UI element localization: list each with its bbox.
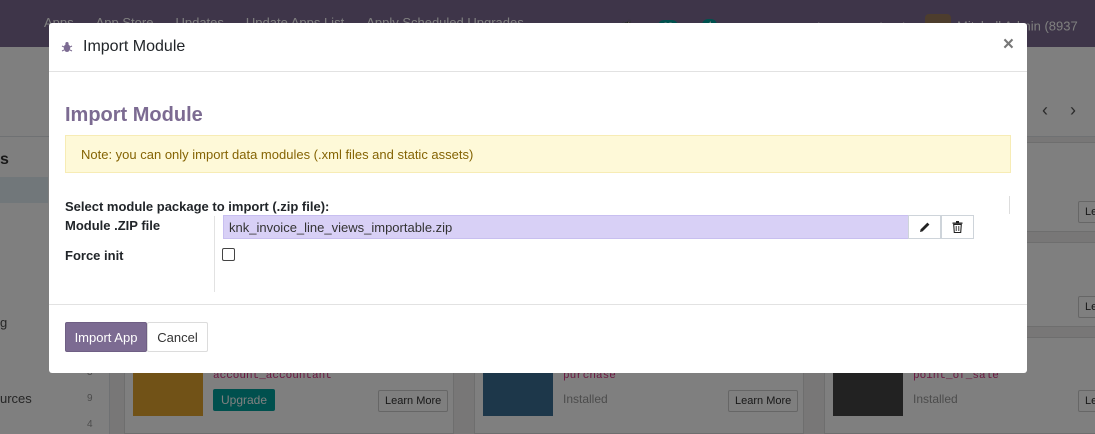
edit-file-button[interactable] bbox=[908, 215, 941, 239]
info-alert: Note: you can only import data modules (… bbox=[65, 135, 1011, 173]
section-title: Select module package to import (.zip fi… bbox=[65, 199, 330, 214]
cancel-button[interactable]: Cancel bbox=[147, 322, 208, 352]
form-heading: Import Module bbox=[65, 104, 203, 126]
dialog-footer: Import App Cancel bbox=[49, 304, 1027, 373]
divider bbox=[214, 216, 215, 292]
dialog-title: Import Module bbox=[83, 38, 186, 55]
close-icon[interactable]: × bbox=[1003, 35, 1014, 55]
divider bbox=[1009, 196, 1010, 214]
trash-icon bbox=[952, 221, 963, 233]
module-zip-label: Module .ZIP file bbox=[65, 218, 161, 233]
delete-file-button[interactable] bbox=[941, 215, 974, 239]
import-app-button[interactable]: Import App bbox=[65, 322, 147, 352]
pencil-icon bbox=[919, 222, 929, 232]
force-init-label: Force init bbox=[65, 248, 124, 263]
import-module-dialog: Import Module × Import Module Note: you … bbox=[49, 23, 1027, 373]
bug-icon bbox=[61, 42, 73, 52]
force-init-checkbox[interactable] bbox=[222, 248, 235, 261]
dialog-body: Import Module Note: you can only import … bbox=[49, 72, 1027, 305]
dialog-header: Import Module × bbox=[49, 23, 1027, 72]
module-zip-field[interactable]: knk_invoice_line_views_importable.zip bbox=[223, 215, 909, 239]
